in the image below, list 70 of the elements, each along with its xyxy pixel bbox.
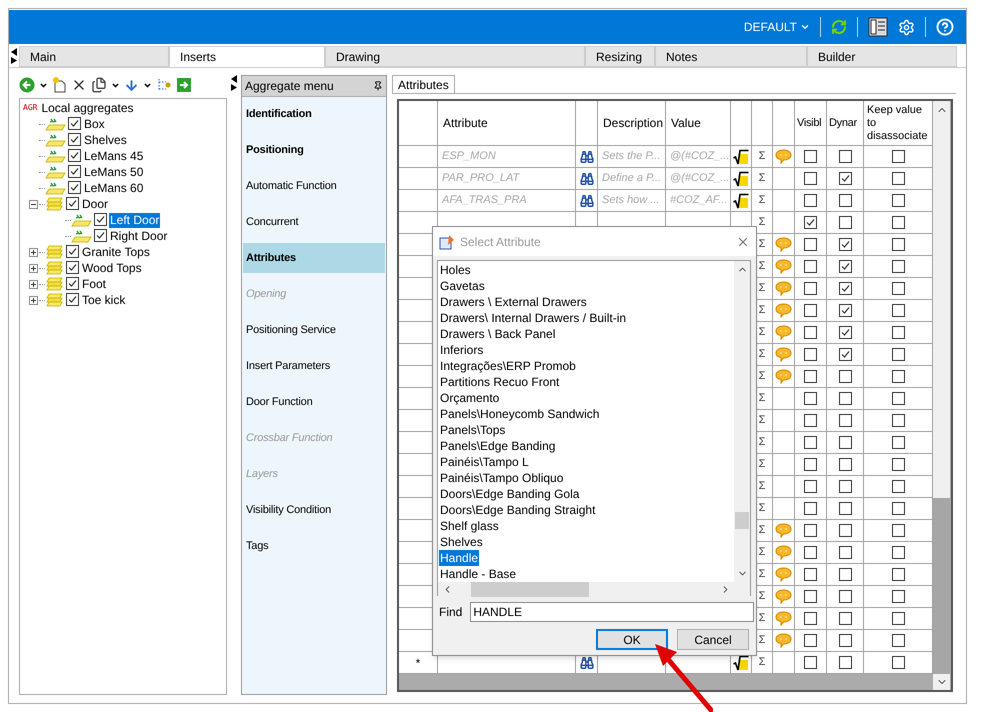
tab[interactable]: Builder bbox=[807, 46, 957, 67]
tree-item[interactable]: Foot bbox=[81, 276, 108, 292]
tab[interactable]: Attributes bbox=[392, 75, 455, 93]
attribute-cell: ESP_MON bbox=[438, 146, 576, 168]
list-item[interactable]: Painéis\Tampo L bbox=[439, 454, 530, 470]
tree-item[interactable]: Shelves bbox=[83, 132, 128, 148]
tree-item[interactable]: Granite Tops bbox=[81, 244, 151, 260]
attribute-cell: PAR_PRO_LAT bbox=[438, 168, 576, 190]
profile-dropdown[interactable]: DEFAULT bbox=[744, 18, 810, 36]
value-cell: @(#COZ_... bbox=[666, 168, 731, 190]
tree-item[interactable]: Box bbox=[83, 116, 106, 132]
dialog-button[interactable]: OK bbox=[596, 629, 668, 650]
tree-item[interactable]: Door bbox=[81, 196, 110, 212]
menu-item[interactable]: Positioning Service bbox=[243, 315, 385, 345]
list-item[interactable]: Integrações\ERP Promob bbox=[439, 358, 577, 374]
dialog-title: Select Attribute bbox=[460, 234, 542, 250]
tree-item[interactable]: LeMans 60 bbox=[83, 180, 144, 196]
list-item[interactable]: Panels\Edge Banding bbox=[439, 438, 556, 454]
tree-root[interactable]: Local aggregates bbox=[41, 100, 134, 116]
tab[interactable]: Notes bbox=[655, 46, 807, 67]
tree-item[interactable]: LeMans 50 bbox=[83, 164, 144, 180]
prefix-label: AGR bbox=[23, 102, 38, 114]
menu-item[interactable]: Identification bbox=[243, 99, 385, 129]
list-item[interactable]: Shelf glass bbox=[439, 518, 500, 534]
list-item[interactable]: Panels\Honeycomb Sandwich bbox=[439, 406, 600, 422]
tab[interactable]: Drawing bbox=[325, 46, 585, 67]
list-item[interactable]: Handle bbox=[439, 550, 480, 566]
sum-cell[interactable]: Σ bbox=[752, 168, 773, 190]
panel-title: Aggregate menu bbox=[245, 78, 334, 95]
description-cell: Sets how ... bbox=[598, 190, 666, 212]
value-cell: #COZ_AF... bbox=[666, 190, 731, 212]
attribute-cell: AFA_TRAS_PRA bbox=[438, 190, 576, 212]
list-item[interactable]: Handle - Base bbox=[439, 566, 518, 582]
list-item[interactable]: Painéis\Tampo Obliquo bbox=[439, 470, 564, 486]
list-item[interactable]: Drawers \ Back Panel bbox=[439, 326, 556, 342]
find-label: Find bbox=[439, 604, 462, 621]
list-item[interactable]: Inferiors bbox=[439, 342, 484, 358]
list-item[interactable]: Shelves bbox=[439, 534, 484, 550]
tab[interactable]: Inserts bbox=[169, 46, 325, 67]
menu-item[interactable]: Attributes bbox=[243, 243, 385, 273]
list-item[interactable]: Partitions Recuo Front bbox=[439, 374, 560, 390]
find-field[interactable]: HANDLE bbox=[470, 602, 754, 622]
dialog-button[interactable]: Cancel bbox=[677, 629, 749, 650]
menu-item[interactable]: Door Function bbox=[243, 387, 385, 417]
menu-item[interactable]: Automatic Function bbox=[243, 171, 385, 201]
menu-item[interactable]: Concurrent bbox=[243, 207, 385, 237]
list-item[interactable]: Doors\Edge Banding Gola bbox=[439, 486, 580, 502]
tree-item[interactable]: LeMans 45 bbox=[83, 148, 144, 164]
sum-cell[interactable]: Σ bbox=[752, 190, 773, 212]
list-item[interactable]: Doors\Edge Banding Straight bbox=[439, 502, 596, 518]
value-cell: @(#COZ_... bbox=[666, 146, 731, 168]
tree-item[interactable]: Right Door bbox=[109, 228, 168, 244]
menu-item[interactable]: Visibility Condition bbox=[243, 495, 385, 525]
menu-item[interactable]: Tags bbox=[243, 531, 385, 561]
list-item[interactable]: Drawers\ Internal Drawers / Built-in bbox=[439, 310, 628, 326]
list-item[interactable]: Drawers \ External Drawers bbox=[439, 294, 588, 310]
description-cell: Sets the P... bbox=[598, 146, 666, 168]
description-cell: Define a P... bbox=[598, 168, 666, 190]
menu-item[interactable]: Positioning bbox=[243, 135, 385, 165]
tab[interactable]: Resizing bbox=[585, 46, 655, 67]
tab[interactable]: Main bbox=[19, 46, 169, 67]
list-item[interactable]: Gavetas bbox=[439, 278, 486, 294]
tree-item[interactable]: Wood Tops bbox=[81, 260, 143, 276]
tree-item[interactable]: Toe kick bbox=[81, 292, 126, 308]
sum-cell[interactable]: Σ bbox=[752, 146, 773, 168]
menu-item[interactable]: Insert Parameters bbox=[243, 351, 385, 381]
tree-item[interactable]: Left Door bbox=[109, 212, 160, 228]
list-item[interactable]: Holes bbox=[439, 262, 472, 278]
list-item[interactable]: Orçamento bbox=[439, 390, 500, 406]
list-item[interactable]: Panels\Tops bbox=[439, 422, 506, 438]
